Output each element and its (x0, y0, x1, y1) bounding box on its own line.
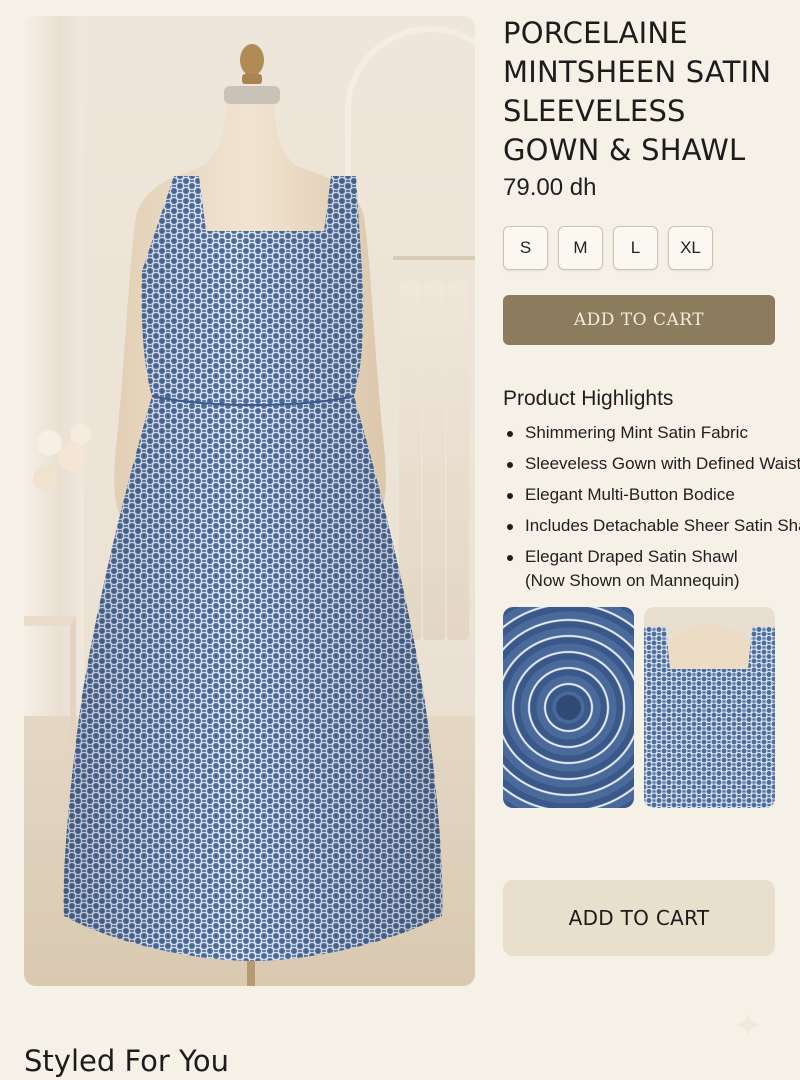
product-price: 79.00 dh (503, 174, 597, 201)
styled-for-you-heading: Styled For You (24, 1044, 229, 1078)
size-option-s[interactable]: S (503, 226, 548, 270)
list-item: Includes Detachable Sheer Satin Shawl (503, 514, 800, 538)
highlights-title: Product Highlights (503, 387, 674, 410)
product-main-image[interactable] (24, 16, 475, 986)
list-item: Elegant Multi-Button Bodice (503, 483, 800, 507)
size-option-m[interactable]: M (558, 226, 603, 270)
bodice-closeup-thumbnail[interactable] (644, 607, 775, 808)
size-selector: S M L XL (503, 226, 800, 270)
product-title: PORCELAINE MINTSHEEN SATIN SLEEVELESS GO… (503, 16, 772, 167)
size-option-xl[interactable]: XL (668, 226, 713, 270)
add-to-cart-button[interactable]: ADD TO CART (503, 295, 775, 345)
dress-on-mannequin (63, 44, 443, 986)
list-item: Elegant Draped Satin Shawl (Now Shown on… (503, 545, 773, 593)
fabric-swirl-thumbnail[interactable] (503, 607, 634, 808)
product-info-panel: PORCELAINE MINTSHEEN SATIN SLEEVELESS GO… (503, 14, 800, 808)
thumbnail-gallery (503, 607, 800, 808)
list-item: Sleeveless Gown with Defined Waist (503, 452, 800, 476)
list-item: Shimmering Mint Satin Fabric (503, 421, 800, 445)
sparkle-icon: ✦ (733, 1007, 763, 1045)
add-to-cart-button-secondary[interactable]: ADD TO CART (503, 880, 775, 956)
bodice-closeup-image (644, 624, 775, 808)
highlights-list: Shimmering Mint Satin Fabric Sleeveless … (503, 421, 800, 593)
size-option-l[interactable]: L (613, 226, 658, 270)
